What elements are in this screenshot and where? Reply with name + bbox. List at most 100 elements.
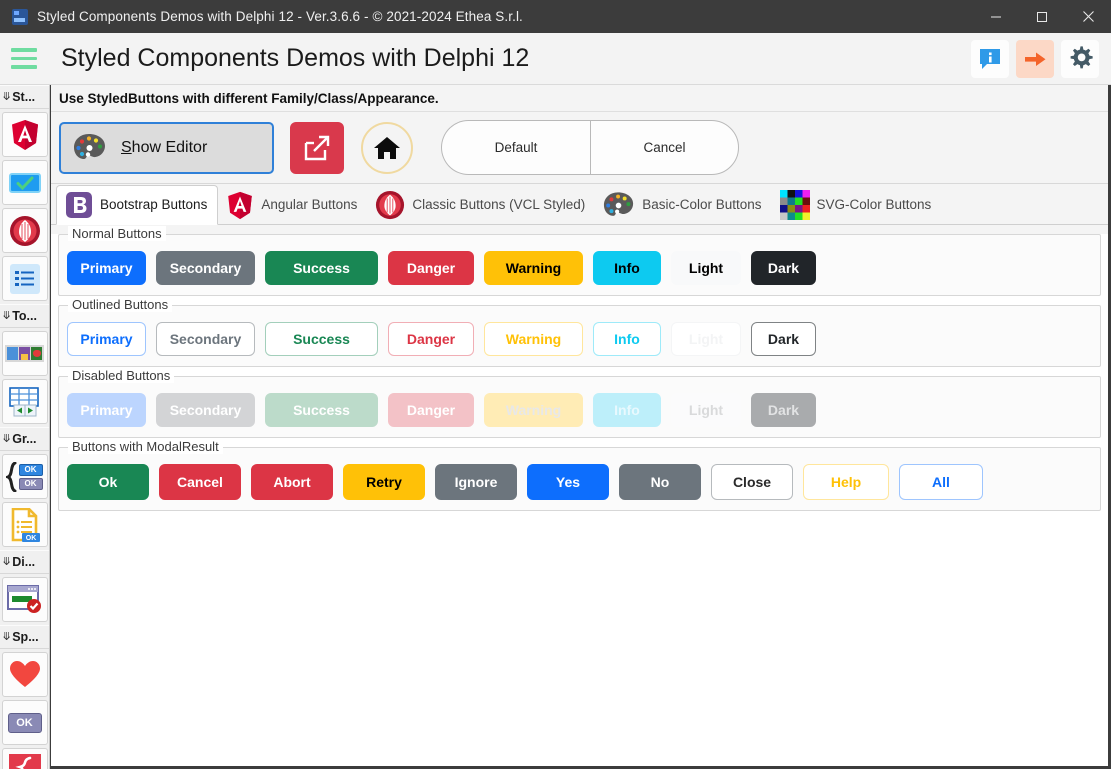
sidebar-item-dialog[interactable] <box>2 577 48 622</box>
palette-icon <box>603 191 635 220</box>
sidebar-item-animation[interactable] <box>2 748 48 769</box>
button-dark[interactable]: Dark <box>751 251 816 285</box>
sidebar-item-delphi[interactable] <box>2 208 48 253</box>
chevron-double-down-icon: ⤋ <box>2 557 11 568</box>
button-danger[interactable]: Danger <box>388 322 474 356</box>
button-warning[interactable]: Warning <box>484 251 583 285</box>
sidebar-item-toolbar[interactable] <box>2 331 48 376</box>
sidebar-group-label: Gr... <box>12 432 36 446</box>
button-info[interactable]: Info <box>593 251 661 285</box>
button-dark: Dark <box>751 393 816 427</box>
sidebar-group-label: Sp... <box>12 630 38 644</box>
button-secondary[interactable]: Secondary <box>156 322 255 356</box>
list-icon <box>10 264 40 294</box>
sidebar-item-heart[interactable] <box>2 652 48 697</box>
tab-basic-color-buttons[interactable]: Basic-Color Buttons <box>595 186 771 224</box>
description-text: Use StyledButtons with different Family/… <box>59 91 439 106</box>
show-editor-button[interactable]: Show Editor <box>59 122 274 174</box>
sidebar-item-angular[interactable] <box>2 112 48 157</box>
close-icon[interactable] <box>1065 0 1111 33</box>
minimize-icon[interactable] <box>973 0 1019 33</box>
arrow-right-icon <box>1022 46 1048 72</box>
gear-icon <box>1067 45 1094 72</box>
button-no[interactable]: No <box>619 464 701 500</box>
external-link-button[interactable] <box>290 122 344 174</box>
sidebar-item-navigator[interactable] <box>2 379 48 424</box>
button-primary[interactable]: Primary <box>67 251 146 285</box>
button-secondary[interactable]: Secondary <box>156 251 255 285</box>
button-light[interactable]: Light <box>671 322 741 356</box>
button-abort[interactable]: Abort <box>251 464 333 500</box>
button-ignore[interactable]: Ignore <box>435 464 517 500</box>
window-title: Styled Components Demos with Delphi 12 -… <box>37 9 523 24</box>
button-success: Success <box>265 393 378 427</box>
dialog-confirm-icon <box>7 585 43 615</box>
button-info[interactable]: Info <box>593 322 661 356</box>
tab-page-bootstrap: Normal Buttons PrimarySecondarySuccessDa… <box>51 234 1108 766</box>
sidebar-group-label: St... <box>12 90 35 104</box>
angular-shield-icon <box>226 191 254 220</box>
button-warning[interactable]: Warning <box>484 322 583 356</box>
sidebar-item-brace-ok[interactable]: OK OK <box>2 454 48 499</box>
app-header: Styled Components Demos with Delphi 12 <box>0 33 1111 85</box>
tab-label: Angular Buttons <box>261 198 357 212</box>
sidebar-item-document-ok[interactable]: OK <box>2 502 48 547</box>
sidebar-item-list[interactable] <box>2 256 48 301</box>
button-success[interactable]: Success <box>265 251 378 285</box>
button-all[interactable]: All <box>899 464 983 500</box>
button-danger: Danger <box>388 393 474 427</box>
group-title: Buttons with ModalResult <box>68 439 223 454</box>
heart-icon <box>9 660 41 689</box>
button-cancel[interactable]: Cancel <box>159 464 241 500</box>
sidebar-group-dialogs[interactable]: ⤋ Di... <box>0 550 49 574</box>
tab-bootstrap-buttons[interactable]: Bootstrap Buttons <box>56 185 218 225</box>
button-primary[interactable]: Primary <box>67 322 146 356</box>
exit-button[interactable] <box>1016 40 1054 78</box>
document-ok-icon: OK <box>9 508 41 542</box>
tab-angular-buttons[interactable]: Angular Buttons <box>218 186 367 224</box>
sidebar-item-checkbox[interactable] <box>2 160 48 205</box>
maximize-icon[interactable] <box>1019 0 1065 33</box>
modalresult-buttons-row: Ok Cancel Abort Retry Ignore Yes No Close Help Al… <box>67 464 1092 500</box>
button-success[interactable]: Success <box>265 322 378 356</box>
button-yes[interactable]: Yes <box>527 464 609 500</box>
pill-button-group: Default Cancel <box>441 120 739 175</box>
sidebar-group-grid[interactable]: ⤋ Gr... <box>0 427 49 451</box>
hamburger-menu-icon[interactable] <box>0 33 48 85</box>
sidebar-group-toolbar[interactable]: ⤋ To... <box>0 304 49 328</box>
modalresult-buttons-group: Buttons with ModalResult OkCancelAbortRe… <box>58 447 1101 511</box>
ok-button-icon: OK <box>8 713 42 733</box>
tab-label: SVG-Color Buttons <box>817 198 932 212</box>
sidebar-group-label: To... <box>12 309 37 323</box>
button-close[interactable]: Close <box>711 464 793 500</box>
sidebar[interactable]: ⤋ St... <box>0 85 50 769</box>
tab-svg-color-buttons[interactable]: SVG-Color Buttons <box>772 186 942 224</box>
settings-button[interactable] <box>1061 40 1099 78</box>
chevron-double-down-icon: ⤋ <box>2 92 11 103</box>
button-light: Light <box>671 393 741 427</box>
outlined-buttons-group: Outlined Buttons PrimarySecondarySuccess… <box>58 305 1101 367</box>
angular-shield-icon <box>10 119 40 151</box>
home-button[interactable] <box>361 122 413 174</box>
app-icon <box>12 9 28 25</box>
info-button[interactable] <box>971 40 1009 78</box>
brace-ok-buttons-icon: OK OK <box>6 461 44 493</box>
page-title: Styled Components Demos with Delphi 12 <box>61 44 529 73</box>
sidebar-group-special[interactable]: ⤋ Sp... <box>0 625 49 649</box>
button-danger[interactable]: Danger <box>388 251 474 285</box>
demo-toolbar: Show Editor Default Cancel <box>51 112 1108 184</box>
cancel-button[interactable]: Cancel <box>590 120 739 175</box>
default-button[interactable]: Default <box>441 120 590 175</box>
button-light[interactable]: Light <box>671 251 741 285</box>
tab-label: Bootstrap Buttons <box>100 198 207 212</box>
chevron-double-down-icon: ⤋ <box>2 434 11 445</box>
button-ok[interactable]: Ok <box>67 464 149 500</box>
title-bar: Styled Components Demos with Delphi 12 -… <box>0 0 1111 33</box>
tab-classic-buttons[interactable]: Classic Buttons (VCL Styled) <box>367 186 595 224</box>
sidebar-group-styled[interactable]: ⤋ St... <box>0 85 49 109</box>
button-retry[interactable]: Retry <box>343 464 425 500</box>
button-help[interactable]: Help <box>803 464 889 500</box>
tab-label: Classic Buttons (VCL Styled) <box>412 198 585 212</box>
button-dark[interactable]: Dark <box>751 322 816 356</box>
sidebar-item-ok[interactable]: OK <box>2 700 48 745</box>
